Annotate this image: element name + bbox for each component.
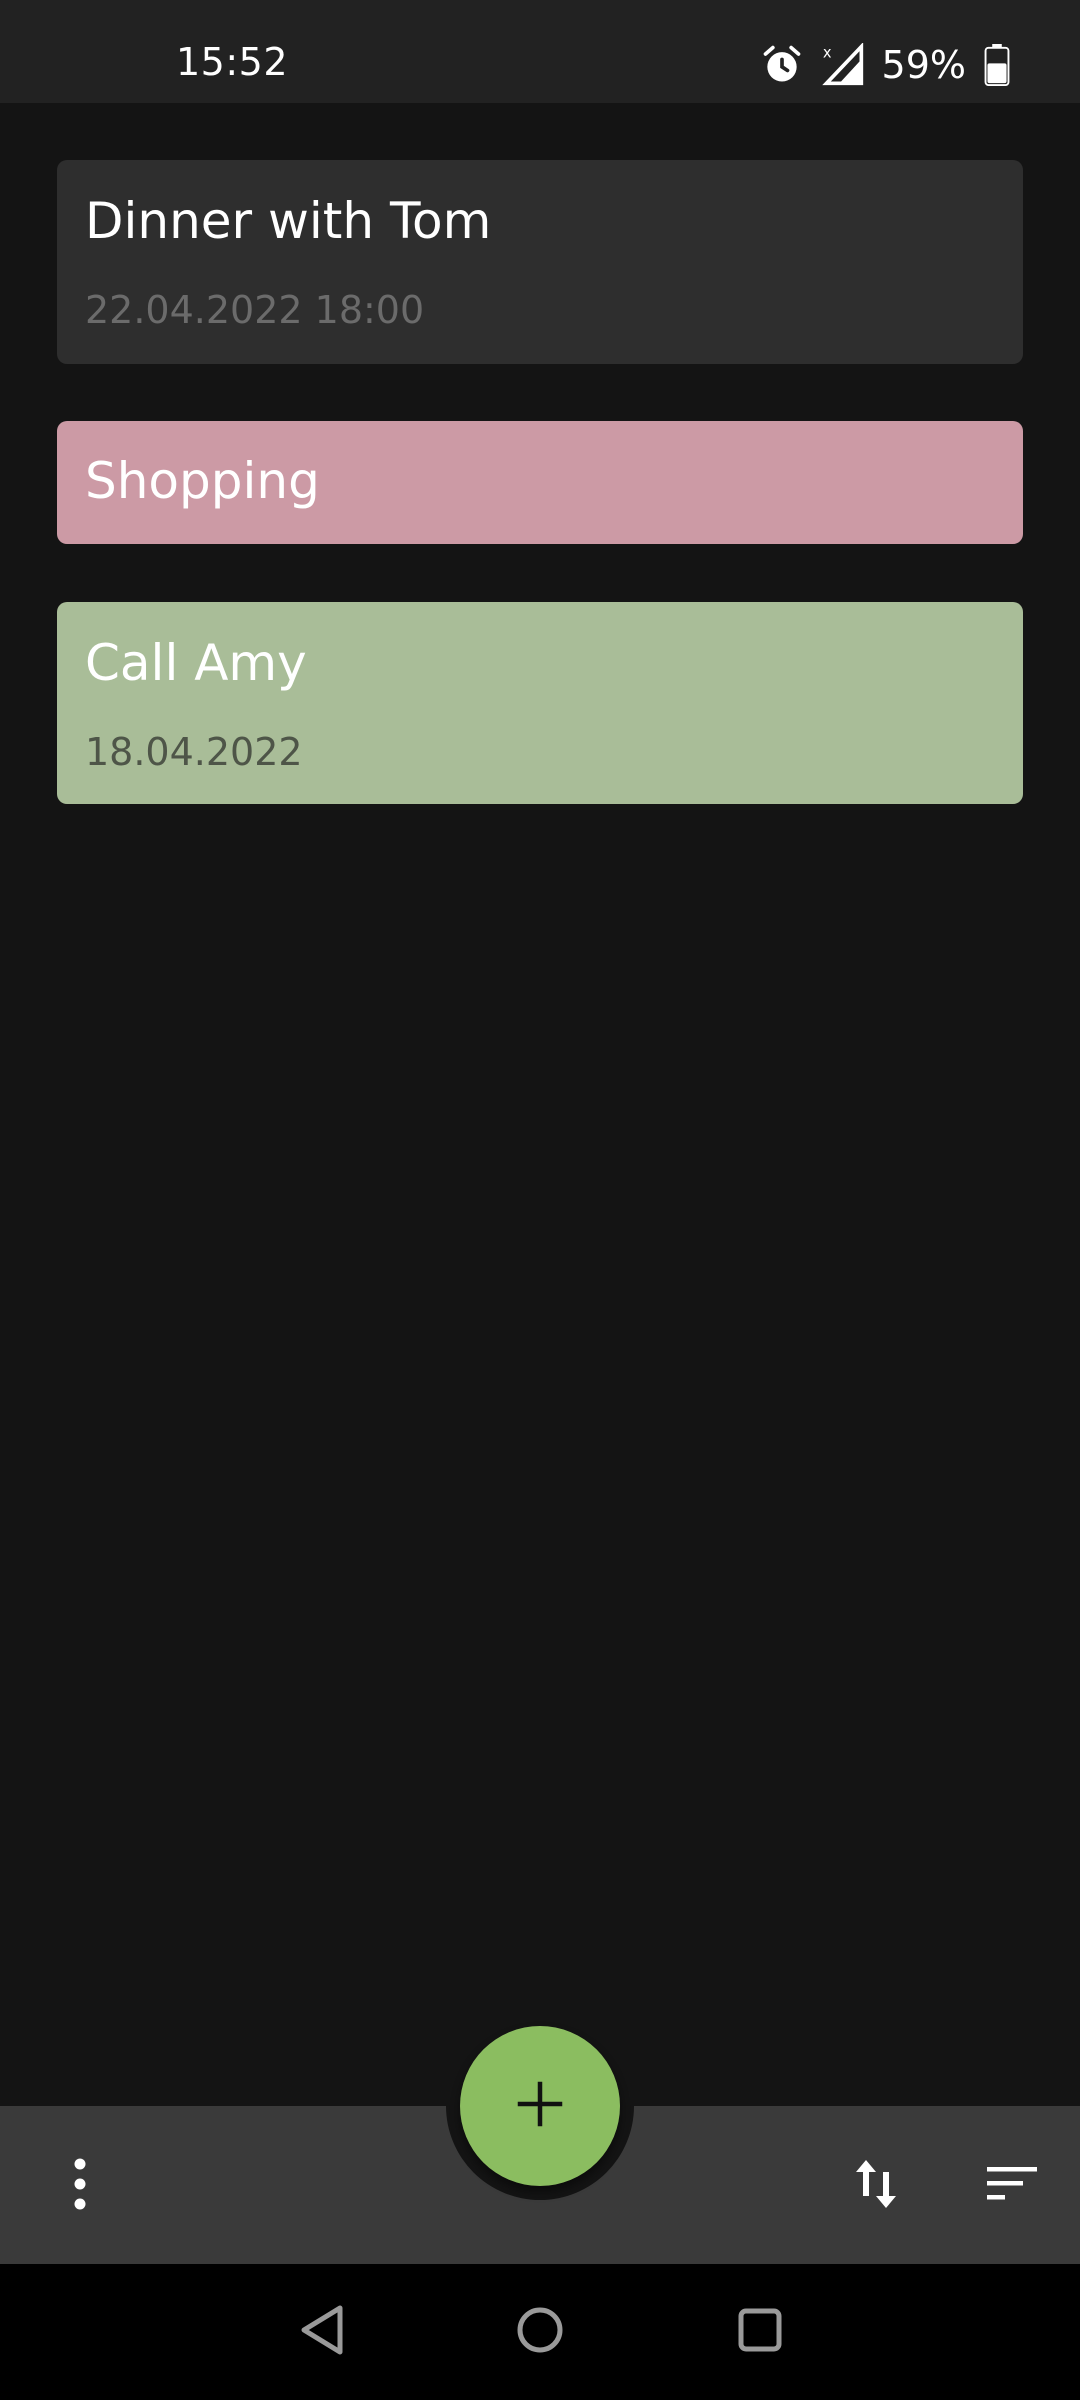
signal-no-data-icon: x [821, 43, 864, 87]
svg-text:x: x [822, 45, 831, 62]
note-date: 22.04.2022 18:00 [85, 288, 425, 332]
back-button[interactable] [286, 2296, 358, 2368]
filter-button[interactable] [972, 2146, 1052, 2226]
note-date: 18.04.2022 [85, 730, 303, 774]
more-vertical-icon [72, 2158, 88, 2214]
note-title: Call Amy [85, 634, 307, 692]
status-time: 15:52 [176, 40, 289, 84]
plus-icon [516, 2080, 564, 2132]
note-title: Dinner with Tom [85, 192, 492, 250]
more-options-button[interactable] [40, 2146, 120, 2226]
note-card[interactable]: Shopping [57, 421, 1023, 544]
note-card[interactable]: Call Amy 18.04.2022 [57, 602, 1023, 804]
home-icon [515, 2305, 565, 2359]
battery-icon [984, 44, 1010, 86]
home-button[interactable] [504, 2296, 576, 2368]
status-bar: 15:52 x 59% [0, 0, 1080, 103]
sort-icon [854, 2156, 898, 2216]
sort-button[interactable] [836, 2146, 916, 2226]
note-title: Shopping [85, 452, 320, 510]
recents-icon [736, 2306, 784, 2358]
filter-list-icon [985, 2164, 1039, 2208]
note-card[interactable]: Dinner with Tom 22.04.2022 18:00 [57, 160, 1023, 364]
status-icons: x 59% [760, 40, 1010, 90]
screen: 15:52 x 59% Dinner with Tom 22.04.2022 1… [0, 0, 1080, 2400]
alarm-icon [760, 43, 804, 87]
add-note-button[interactable] [460, 2026, 620, 2186]
battery-percent: 59% [881, 43, 966, 87]
recents-button[interactable] [724, 2296, 796, 2368]
back-icon [298, 2304, 346, 2360]
